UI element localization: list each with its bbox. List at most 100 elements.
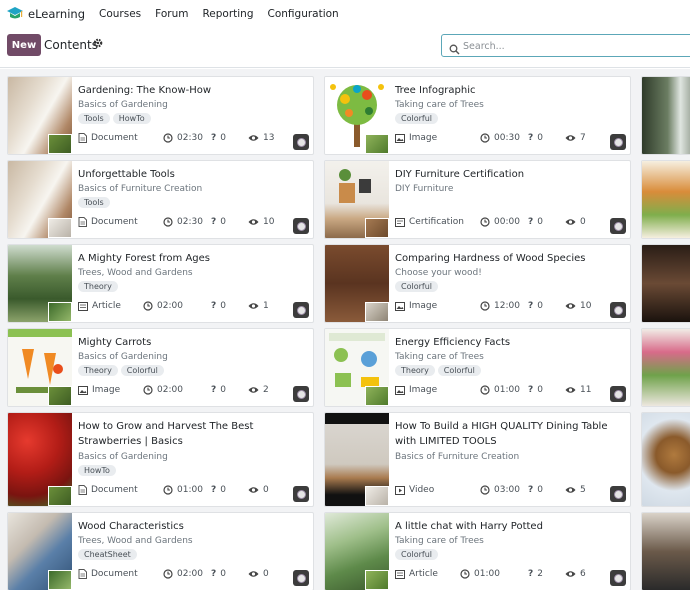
- avatar[interactable]: [293, 486, 309, 502]
- search-box[interactable]: [441, 34, 690, 57]
- card-course: DIY Furniture: [395, 184, 454, 194]
- question-icon: ?: [211, 217, 217, 227]
- tag: Colorful: [395, 281, 438, 292]
- menu-courses[interactable]: Courses: [99, 8, 141, 20]
- search-input[interactable]: [463, 38, 683, 54]
- eye-icon: [248, 387, 259, 393]
- tag: Colorful: [120, 365, 164, 376]
- clock-icon: [163, 569, 173, 579]
- avatar[interactable]: [293, 134, 309, 150]
- views-count: 13: [263, 133, 275, 143]
- content-card[interactable]: [641, 512, 690, 590]
- course-thumbnail: [365, 570, 389, 590]
- content-card[interactable]: [641, 244, 690, 323]
- new-button[interactable]: New: [7, 34, 41, 56]
- questions-count: 0: [220, 569, 226, 579]
- avatar[interactable]: [610, 486, 626, 502]
- video-thumbnail: [642, 245, 690, 322]
- card-stats: Document 02:30 ? 0 10: [78, 217, 309, 231]
- card-stats: Document 02:30 ? 0 13: [78, 133, 309, 147]
- content-card[interactable]: How To Build a HIGH QUALITY Dining Table…: [324, 412, 631, 507]
- questions-count: 0: [220, 217, 226, 227]
- views-count: 0: [263, 485, 269, 495]
- content-card[interactable]: Wood Characteristics Trees, Wood and Gar…: [7, 512, 314, 590]
- document-icon: [78, 569, 87, 579]
- type-label: Document: [91, 569, 138, 579]
- type-label: Certification: [409, 217, 464, 227]
- course-thumbnail: [48, 386, 72, 406]
- avatar[interactable]: [293, 570, 309, 586]
- views-count: 6: [580, 569, 586, 579]
- menu-reporting[interactable]: Reporting: [202, 8, 253, 20]
- duration: 03:00: [494, 485, 520, 495]
- type-label: Document: [91, 485, 138, 495]
- eye-icon: [248, 135, 259, 141]
- garden-map-thumbnail: [642, 161, 690, 238]
- card-title: Tree Infographic: [395, 85, 476, 96]
- content-card[interactable]: Tree Infographic Taking care of Trees Co…: [324, 76, 631, 155]
- content-card[interactable]: How to Grow and Harvest The Best Strawbe…: [7, 412, 314, 507]
- question-icon: ?: [528, 301, 534, 311]
- clock-icon: [163, 133, 173, 143]
- course-thumbnail: [365, 386, 389, 406]
- laptop-thumbnail: [642, 513, 690, 590]
- control-panel: New Contents: [0, 28, 690, 68]
- card-course: Taking care of Trees: [395, 536, 484, 546]
- graduation-cap-icon[interactable]: [6, 5, 24, 23]
- owl-thumbnail: [642, 413, 690, 506]
- content-card[interactable]: Energy Efficiency Facts Taking care of T…: [324, 328, 631, 407]
- type-label: Image: [409, 385, 438, 395]
- tag: HowTo: [112, 113, 151, 124]
- avatar[interactable]: [610, 218, 626, 234]
- certificate-icon: [395, 217, 405, 227]
- gear-icon[interactable]: [93, 38, 103, 51]
- avatar[interactable]: [610, 302, 626, 318]
- questions-count: 2: [537, 569, 543, 579]
- card-course: Basics of Furniture Creation: [78, 184, 203, 194]
- questions-count: 0: [537, 385, 543, 395]
- content-card[interactable]: [641, 328, 690, 407]
- app-name[interactable]: eLearning: [28, 7, 85, 21]
- type-label: Document: [91, 217, 138, 227]
- content-card[interactable]: Unforgettable Tools Basics of Furniture …: [7, 160, 314, 239]
- avatar[interactable]: [293, 386, 309, 402]
- type-label: Image: [409, 301, 438, 311]
- content-card[interactable]: [641, 412, 690, 507]
- avatar[interactable]: [293, 302, 309, 318]
- views-count: 11: [580, 385, 592, 395]
- course-thumbnail: [365, 218, 389, 238]
- content-card[interactable]: Mighty Carrots Basics of Gardening Theor…: [7, 328, 314, 407]
- content-card[interactable]: [641, 160, 690, 239]
- type-label: Image: [92, 385, 121, 395]
- card-stats: Article 02:00 ? 0 1: [78, 301, 309, 315]
- clock-icon: [480, 217, 490, 227]
- content-card[interactable]: Comparing Hardness of Wood Species Choos…: [324, 244, 631, 323]
- card-title: A Mighty Forest from Ages: [78, 253, 210, 264]
- search-icon: [449, 40, 460, 59]
- avatar[interactable]: [610, 570, 626, 586]
- document-icon: [78, 133, 87, 143]
- breadcrumb: Contents: [44, 38, 98, 52]
- question-icon: ?: [211, 385, 217, 395]
- content-card[interactable]: A little chat with Harry Potted Taking c…: [324, 512, 631, 590]
- views-count: 5: [580, 485, 586, 495]
- views-count: 10: [263, 217, 275, 227]
- avatar[interactable]: [293, 218, 309, 234]
- avatar[interactable]: [610, 386, 626, 402]
- course-thumbnail: [365, 134, 389, 154]
- course-thumbnail: [48, 570, 72, 590]
- menu-configuration[interactable]: Configuration: [268, 8, 339, 20]
- avatar[interactable]: [610, 134, 626, 150]
- card-stats: Document 02:00 ? 0 0: [78, 569, 309, 583]
- card-title: Mighty Carrots: [78, 337, 152, 348]
- card-course: Taking care of Trees: [395, 100, 484, 110]
- content-card[interactable]: [641, 76, 690, 155]
- content-card[interactable]: DIY Furniture Certification DIY Furnitur…: [324, 160, 631, 239]
- content-card[interactable]: Gardening: The Know-How Basics of Garden…: [7, 76, 314, 155]
- tag: Theory: [78, 365, 118, 376]
- duration: 02:30: [177, 217, 203, 227]
- content-card[interactable]: A Mighty Forest from Ages Trees, Wood an…: [7, 244, 314, 323]
- card-course: Basics of Gardening: [78, 100, 168, 110]
- views-count: 7: [580, 133, 586, 143]
- menu-forum[interactable]: Forum: [155, 8, 188, 20]
